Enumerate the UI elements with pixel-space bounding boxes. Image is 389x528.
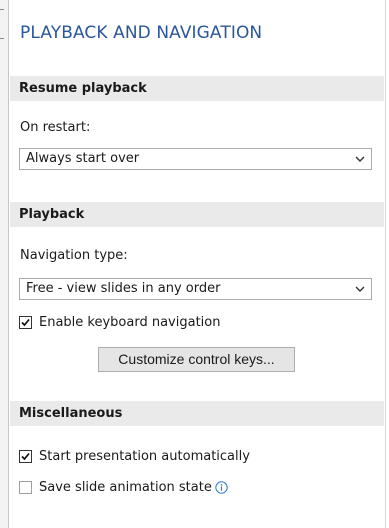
panel-title: PLAYBACK AND NAVIGATION [20,23,263,43]
save-animation-state-checkbox[interactable] [19,480,32,494]
start-automatically-label: Start presentation automatically [39,448,250,464]
on-restart-value: Always start over [26,151,140,166]
checkmark-icon [21,452,30,460]
on-restart-dropdown[interactable]: Always start over [19,148,372,170]
checkmark-icon [21,318,30,326]
info-icon[interactable] [215,480,228,494]
left-pane-edge [0,0,9,528]
navigation-type-dropdown[interactable]: Free - view slides in any order [19,278,372,300]
section-header-miscellaneous: Miscellaneous [10,401,384,426]
on-restart-label: On restart: [20,120,91,135]
save-animation-state-option[interactable]: Save slide animation state [19,479,228,495]
keyboard-navigation-option[interactable]: Enable keyboard navigation [19,314,220,330]
customize-control-keys-button[interactable]: Customize control keys... [98,347,295,372]
section-header-resume-playback: Resume playback [10,76,384,101]
keyboard-navigation-label: Enable keyboard navigation [39,314,221,330]
edge-mark [0,38,4,39]
navigation-type-label: Navigation type: [20,248,128,263]
chevron-down-icon [355,286,365,292]
section-header-playback: Playback [10,202,384,227]
navigation-type-value: Free - view slides in any order [26,281,221,296]
chevron-down-icon [355,156,365,162]
start-automatically-option[interactable]: Start presentation automatically [19,448,250,464]
start-automatically-checkbox[interactable] [19,449,32,463]
right-pane-edge [385,0,389,528]
edge-mark [0,9,4,10]
save-animation-state-label: Save slide animation state [39,479,212,495]
keyboard-navigation-checkbox[interactable] [19,315,32,329]
